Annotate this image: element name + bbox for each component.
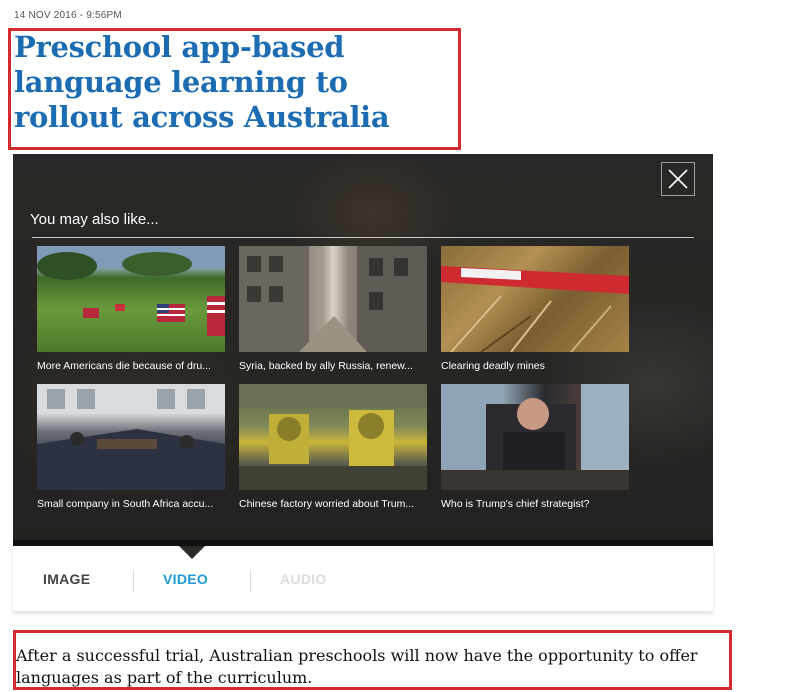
tab-image[interactable]: IMAGE: [43, 571, 90, 587]
active-tab-pointer: [179, 546, 205, 559]
article-summary: After a successful trial, Australian pre…: [16, 646, 698, 687]
related-divider: [32, 237, 694, 238]
related-video-item[interactable]: Who is Trump's chief strategist?: [441, 384, 629, 510]
video-thumbnail: [37, 246, 225, 352]
video-thumbnail: [441, 384, 629, 490]
related-video-item[interactable]: Chinese factory worried about Trum...: [239, 384, 427, 510]
related-video-item[interactable]: More Americans die because of dru...: [37, 246, 225, 372]
video-caption: Syria, backed by ally Russia, renew...: [239, 360, 413, 372]
video-caption: Small company in South Africa accu...: [37, 498, 214, 510]
related-video-item[interactable]: Small company in South Africa accu...: [37, 384, 225, 510]
close-icon: [668, 169, 688, 189]
media-player[interactable]: You may also like... More Americans die …: [13, 154, 713, 546]
tab-video[interactable]: VIDEO: [163, 571, 208, 587]
related-videos-title: You may also like...: [30, 211, 159, 228]
video-caption: More Americans die because of dru...: [37, 360, 211, 372]
close-overlay-button[interactable]: [661, 162, 695, 196]
article-headline: Preschool app-based language learning to…: [14, 30, 390, 134]
video-thumbnail: [239, 246, 427, 352]
tab-divider: [250, 570, 251, 592]
video-caption: Who is Trump's chief strategist?: [441, 498, 590, 510]
video-thumbnail: [37, 384, 225, 490]
video-caption: Chinese factory worried about Trum...: [239, 498, 415, 510]
video-thumbnail: [441, 246, 629, 352]
tab-audio[interactable]: AUDIO: [280, 571, 327, 587]
tab-divider: [133, 570, 134, 592]
video-caption: Clearing deadly mines: [441, 360, 545, 372]
article-timestamp: 14 NOV 2016 - 9:56PM: [14, 10, 122, 21]
video-thumbnail: [239, 384, 427, 490]
media-tabs: IMAGE VIDEO AUDIO: [13, 546, 713, 612]
related-video-item[interactable]: Syria, backed by ally Russia, renew...: [239, 246, 427, 372]
related-video-item[interactable]: Clearing deadly mines: [441, 246, 629, 372]
